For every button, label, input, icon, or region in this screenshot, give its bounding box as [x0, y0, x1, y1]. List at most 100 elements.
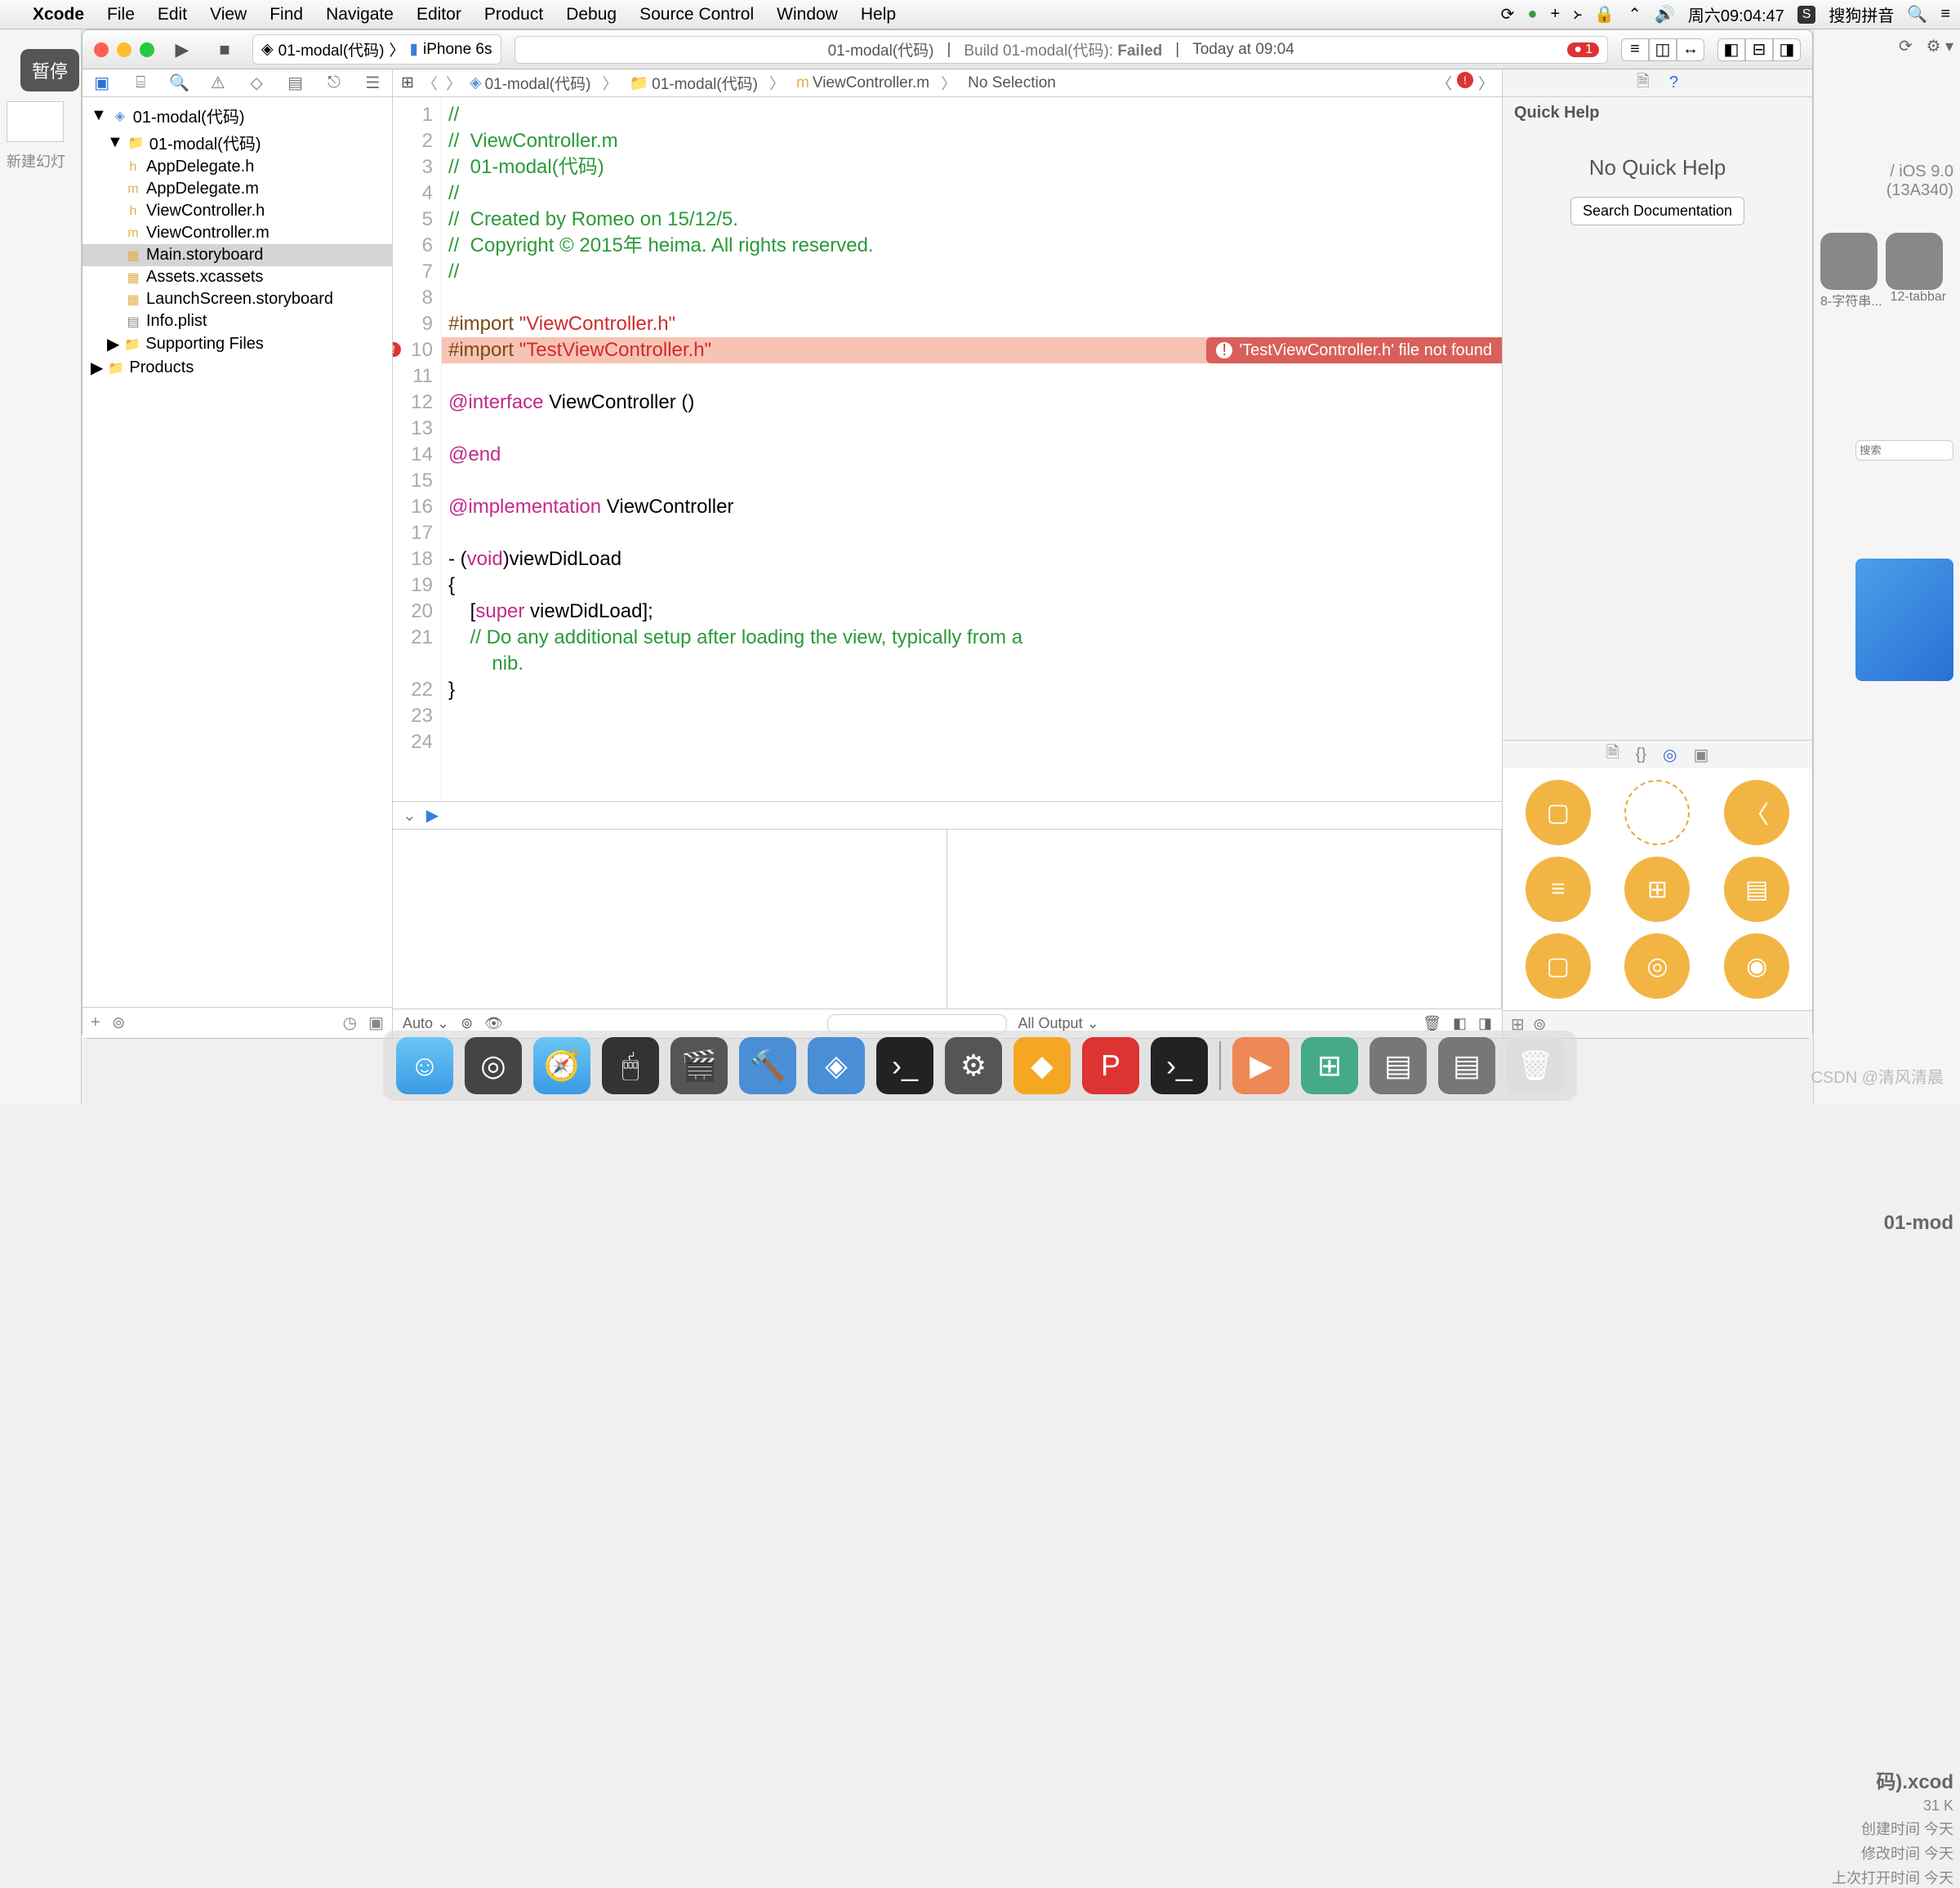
inline-error[interactable]: !'TestViewController.h' file not found	[1206, 337, 1502, 363]
menubar-clock[interactable]: 周六09:04:47	[1688, 2, 1784, 26]
media-library-tab[interactable]: ▣	[1694, 745, 1709, 765]
tree-file[interactable]: hViewController.h	[82, 200, 392, 222]
dock-app-icon[interactable]: ›_	[1151, 1037, 1208, 1094]
toggle-debug-button[interactable]: ⊟	[1745, 38, 1773, 61]
all-output-selector[interactable]: All Output ⌄	[1018, 1015, 1099, 1032]
auto-selector[interactable]: Auto ⌄	[403, 1015, 449, 1032]
debug-toggle-icon[interactable]: ⌄	[403, 805, 416, 826]
menu-view[interactable]: View	[210, 5, 247, 24]
code-snippet-tab[interactable]: {}	[1636, 746, 1646, 764]
tree-file[interactable]: mViewController.m	[82, 222, 392, 244]
code-editor[interactable]: 12345 6789 !10 1112131415 1617181920 212…	[393, 97, 1502, 801]
jump-bar[interactable]: ⊞ 〈 〉 ◈01-modal(代码)〉 📁01-modal(代码)〉 mVie…	[393, 69, 1502, 97]
toggle-utilities-button[interactable]: ◨	[1773, 38, 1801, 61]
status-volume-icon[interactable]: 🔊	[1655, 4, 1675, 24]
menu-navigate[interactable]: Navigate	[326, 5, 394, 24]
menu-file[interactable]: File	[107, 5, 135, 24]
run-button[interactable]: ▶	[167, 39, 197, 60]
console-pane[interactable]	[947, 830, 1502, 1009]
jump-seg-3[interactable]: ViewController.m	[813, 74, 929, 92]
debug-navigator-tab[interactable]: ▤	[284, 73, 307, 93]
tree-file[interactable]: mAppDelegate.m	[82, 178, 392, 200]
jump-seg-1[interactable]: 01-modal(代码)	[485, 72, 591, 94]
library-item[interactable]: ◉	[1724, 933, 1789, 999]
error-count-badge[interactable]: ●1	[1567, 42, 1599, 57]
library-item[interactable]: ≡	[1526, 857, 1591, 922]
ime-indicator[interactable]: S	[1797, 6, 1816, 24]
dock-settings-icon[interactable]: ⚙	[945, 1037, 1002, 1094]
back-button[interactable]: 〈	[422, 72, 438, 94]
dock-terminal-icon[interactable]: ›_	[876, 1037, 933, 1094]
tree-products[interactable]: ▶ 📁Products	[82, 356, 392, 380]
standard-editor-button[interactable]: ≡	[1621, 38, 1649, 61]
tree-file-selected[interactable]: ▦Main.storyboard	[82, 244, 392, 266]
dock-stack-icon[interactable]: ▤	[1438, 1037, 1495, 1094]
issue-indicator[interactable]: !	[1457, 72, 1473, 88]
breakpoint-navigator-tab[interactable]: ⎋	[323, 73, 345, 92]
debug-filter-icon[interactable]: ⊚	[461, 1015, 473, 1032]
library-item[interactable]: ▢	[1624, 780, 1690, 845]
menu-debug[interactable]: Debug	[566, 5, 617, 24]
status-play-icon[interactable]: ●	[1527, 5, 1537, 24]
menu-source-control[interactable]: Source Control	[639, 5, 754, 24]
menu-window[interactable]: Window	[777, 5, 838, 24]
dock-stack-icon[interactable]: ▤	[1370, 1037, 1427, 1094]
menu-product[interactable]: Product	[484, 5, 543, 24]
source-code[interactable]: // // ViewController.m // 01-modal(代码) /…	[442, 97, 1502, 801]
tree-supporting[interactable]: ▶ 📁Supporting Files	[82, 332, 392, 356]
scheme-selector[interactable]: ◈ 01-modal(代码) 〉 ▮ iPhone 6s	[252, 34, 501, 65]
find-navigator-tab[interactable]: 🔍	[167, 73, 190, 93]
version-editor-button[interactable]: ↔	[1677, 38, 1704, 61]
menu-help[interactable]: Help	[861, 5, 896, 24]
clear-console-icon[interactable]: 🗑	[1423, 1015, 1441, 1032]
error-gutter-icon[interactable]: !	[393, 342, 401, 357]
tree-file[interactable]: ▤Info.plist	[82, 310, 392, 332]
object-library-tab[interactable]: ◎	[1663, 745, 1677, 765]
tree-project-root[interactable]: ▼ ◈01-modal(代码)	[82, 102, 392, 129]
recent-filter-icon[interactable]: ◷	[343, 1013, 357, 1033]
symbol-navigator-tab[interactable]: ⌸	[129, 73, 152, 92]
status-bluetooth-icon[interactable]: ᚛	[1573, 4, 1581, 24]
report-navigator-tab[interactable]: ☰	[361, 73, 384, 93]
tree-file[interactable]: ▦Assets.xcassets	[82, 266, 392, 288]
menu-editor[interactable]: Editor	[416, 5, 461, 24]
dock-app-icon[interactable]: 🎬	[670, 1037, 728, 1094]
activity-viewer[interactable]: 01-modal(代码)| Build 01-modal(代码): Failed…	[514, 36, 1609, 64]
library-item[interactable]: ▢	[1526, 780, 1591, 845]
dock-app-icon[interactable]: P	[1082, 1037, 1139, 1094]
minimize-button[interactable]	[117, 42, 131, 57]
assistant-editor-button[interactable]: ◫	[1649, 38, 1677, 61]
library-item[interactable]: ▤	[1724, 857, 1789, 922]
file-template-tab[interactable]: 🗎	[1606, 741, 1619, 768]
dock-safari-icon[interactable]: 🧭	[533, 1037, 590, 1094]
search-icon[interactable]: 🔍	[1907, 4, 1927, 24]
dock-sketch-icon[interactable]: ◆	[1013, 1037, 1071, 1094]
quick-help-tab[interactable]: ?	[1669, 73, 1678, 92]
tree-file[interactable]: hAppDelegate.h	[82, 156, 392, 178]
menu-extra-icon[interactable]: ≡	[1940, 5, 1950, 24]
library-item[interactable]: 〈	[1724, 780, 1789, 845]
related-items-icon[interactable]: ⊞	[401, 73, 414, 92]
file-inspector-tab[interactable]: 🗎	[1637, 69, 1650, 97]
dock-trash-icon[interactable]: 🗑	[1507, 1037, 1564, 1094]
status-wifi-icon[interactable]: ⌃	[1628, 4, 1642, 24]
close-button[interactable]	[94, 42, 109, 57]
debug-eye-icon[interactable]: 👁	[484, 1015, 503, 1032]
status-lock-icon[interactable]: 🔒	[1594, 4, 1615, 24]
pane-toggle-right[interactable]: ◨	[1478, 1015, 1492, 1032]
scm-filter-icon[interactable]: ▣	[368, 1013, 384, 1033]
dock-finder-icon[interactable]: ☺	[396, 1037, 453, 1094]
menu-edit[interactable]: Edit	[158, 5, 187, 24]
library-item[interactable]: ◎	[1624, 933, 1690, 999]
status-plus-icon[interactable]: +	[1550, 5, 1560, 24]
stop-button[interactable]: ■	[210, 39, 239, 60]
object-library-grid[interactable]: ▢ ▢ 〈 ≡ ⊞ ▤ ▢ ◎ ◉	[1503, 768, 1812, 1010]
project-navigator-tab[interactable]: ▣	[91, 73, 114, 93]
add-button[interactable]: +	[91, 1013, 100, 1032]
dock-app-icon[interactable]: ▶	[1232, 1037, 1290, 1094]
prev-issue-button[interactable]: 〈	[1437, 72, 1452, 94]
dock-app-icon[interactable]: ◎	[465, 1037, 522, 1094]
maximize-button[interactable]	[140, 42, 154, 57]
next-issue-button[interactable]: 〉	[1478, 72, 1494, 94]
tree-group[interactable]: ▼ 📁01-modal(代码)	[82, 129, 392, 156]
